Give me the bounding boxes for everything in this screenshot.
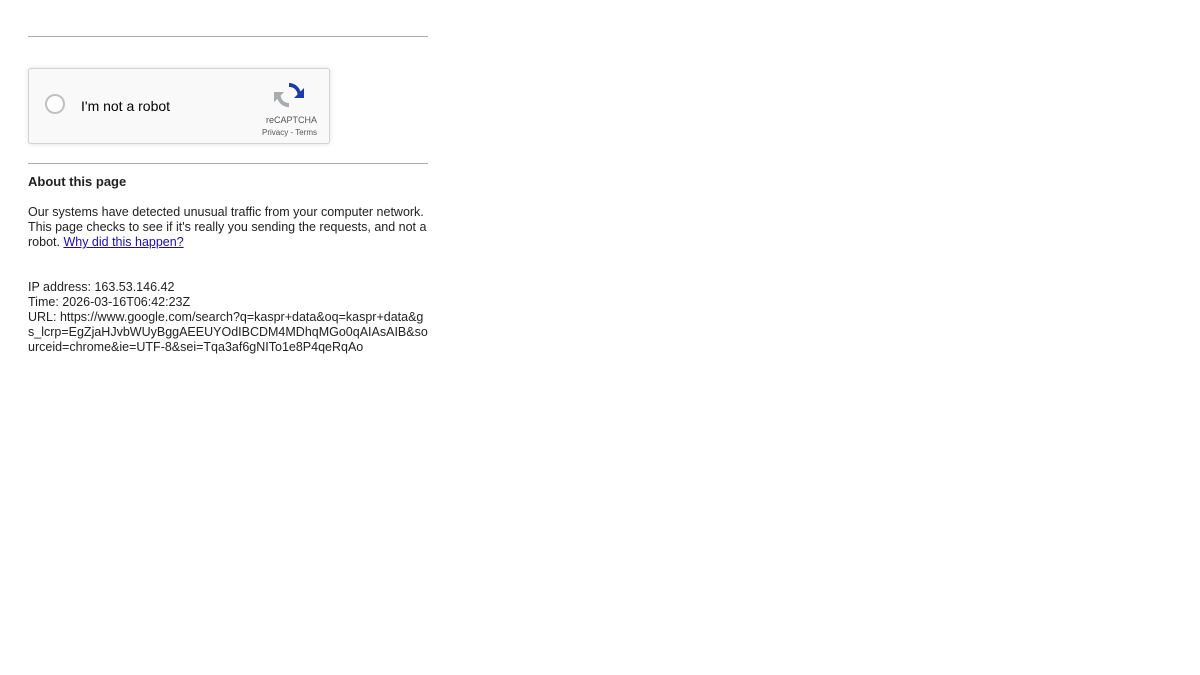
about-text: Our systems have detected unusual traffi… — [28, 205, 428, 250]
request-url: URL: https://www.google.com/search?q=kas… — [28, 310, 428, 354]
ip-address: IP address: 163.53.146.42 — [28, 280, 175, 294]
top-divider — [28, 36, 428, 37]
recaptcha-widget: I'm not a robot reCAPTCHA Privacy - Term… — [28, 68, 330, 144]
recaptcha-checkbox[interactable] — [45, 94, 65, 114]
bottom-divider — [28, 163, 428, 164]
recaptcha-logo-icon — [274, 82, 304, 108]
recaptcha-links: Privacy - Terms — [262, 128, 317, 137]
terms-link[interactable]: Terms — [295, 128, 317, 137]
privacy-link[interactable]: Privacy — [262, 128, 288, 137]
recaptcha-label[interactable]: I'm not a robot — [81, 98, 170, 114]
why-happen-link[interactable]: Why did this happen? — [63, 235, 183, 249]
request-info: IP address: 163.53.146.42 Time: 2026-03-… — [28, 280, 428, 355]
about-title: About this page — [28, 174, 127, 189]
timestamp: Time: 2026-03-16T06:42:23Z — [28, 295, 191, 309]
page-content: I'm not a robot reCAPTCHA Privacy - Term… — [28, 36, 428, 355]
recaptcha-brand: reCAPTCHA — [265, 115, 317, 125]
